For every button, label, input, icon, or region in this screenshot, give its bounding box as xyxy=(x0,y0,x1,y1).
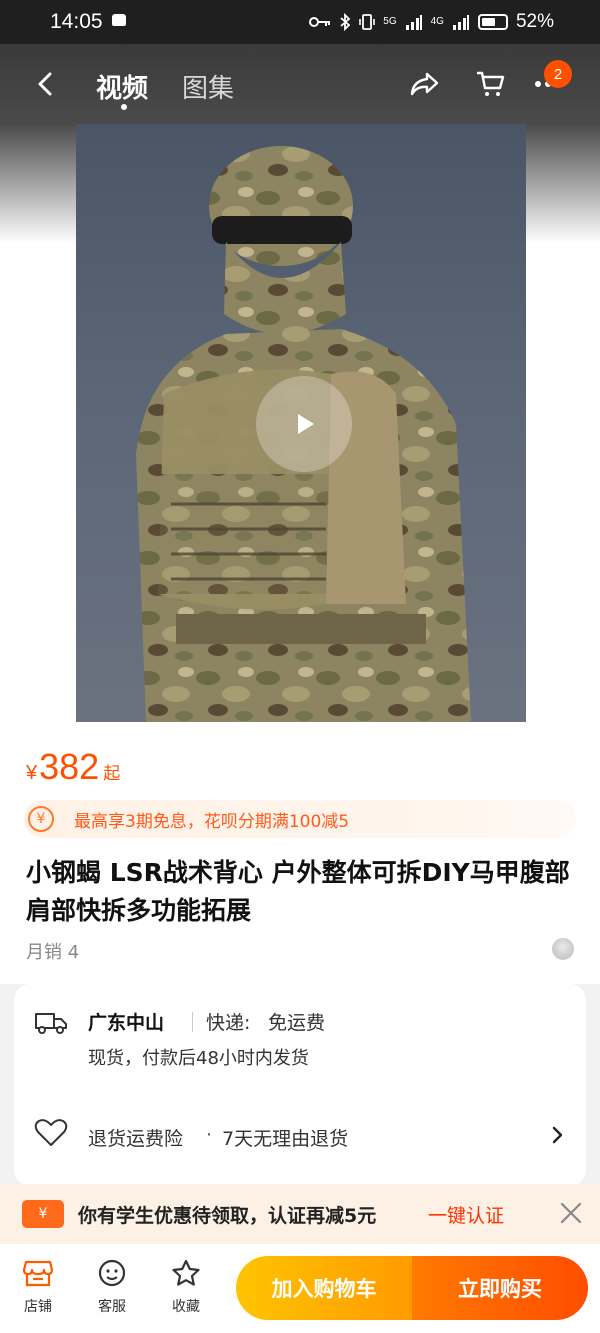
verify-link[interactable]: 一键认证 xyxy=(428,1201,504,1228)
battery-icon xyxy=(477,14,508,30)
heart-shield-icon xyxy=(34,1119,68,1146)
bluetooth-icon xyxy=(340,13,351,31)
buy-now-button[interactable]: 立即购买 xyxy=(412,1256,588,1320)
price-amount: 382 xyxy=(39,746,100,787)
product-info: ¥ 382 起 ¥ 最高享3期免息，花呗分期满100减5 小钢蝎 LSR战术背心… xyxy=(0,724,600,984)
student-discount-bar[interactable]: ¥ 你有学生优惠待领取，认证再减5元 一键认证 xyxy=(0,1184,600,1244)
student-discount-text: 你有学生优惠待领取，认证再减5元 xyxy=(78,1205,377,1227)
share-icon xyxy=(410,72,439,96)
signal-icon-2 xyxy=(452,15,469,30)
chat-face-icon xyxy=(98,1259,126,1287)
share-button[interactable] xyxy=(406,66,442,102)
cart-badge: 2 xyxy=(544,60,572,88)
customer-service-button[interactable]: 客服 xyxy=(90,1258,134,1316)
star-icon xyxy=(172,1259,200,1286)
seller-avatar[interactable] xyxy=(552,938,574,960)
network-4g-label: 4G xyxy=(430,16,444,27)
back-arrow-icon xyxy=(38,72,52,96)
yen-icon: ¥ xyxy=(28,806,54,832)
chevron-right-icon xyxy=(552,1126,563,1144)
return-insurance: 退货运费险 xyxy=(88,1128,184,1150)
favorite-button[interactable]: 收藏 xyxy=(164,1258,208,1316)
cart-button[interactable] xyxy=(472,66,508,102)
shop-icon xyxy=(22,1260,54,1287)
shipping-label: 快递: xyxy=(206,1012,251,1034)
service-label: 客服 xyxy=(98,1299,126,1315)
price-currency: ¥ xyxy=(26,762,38,784)
tab-video[interactable]: 视频 xyxy=(96,68,148,105)
price-suffix: 起 xyxy=(103,764,121,783)
tab-gallery[interactable]: 图集 xyxy=(182,68,234,105)
favorite-label: 收藏 xyxy=(172,1299,200,1315)
shipping-value: 免运费 xyxy=(268,1012,326,1034)
promo-text: 最高享3期免息，花呗分期满100减5 xyxy=(74,811,350,832)
status-bar: 14:05 5G 4G 52% xyxy=(0,0,600,44)
truck-icon xyxy=(35,1013,67,1034)
play-icon xyxy=(298,414,314,434)
ship-from-location: 广东中山 xyxy=(88,1012,165,1034)
price: ¥ 382 起 xyxy=(26,746,120,788)
vibrate-icon xyxy=(359,14,376,30)
status-time: 14:05 xyxy=(50,10,103,33)
notification-icon xyxy=(112,14,126,26)
product-video[interactable] xyxy=(76,124,526,722)
separator-dot: · xyxy=(206,1124,213,1146)
top-nav: 视频 图集 2 xyxy=(0,44,600,124)
shop-label: 店铺 xyxy=(24,1299,52,1315)
status-icons: 5G 4G 52% xyxy=(309,11,554,33)
coupon-icon: ¥ xyxy=(22,1200,64,1228)
return-policy: 7天无理由退货 xyxy=(222,1128,349,1150)
shop-button[interactable]: 店铺 xyxy=(16,1258,60,1316)
dispatch-note: 现货，付款后48小时内发货 xyxy=(88,1048,309,1069)
battery-percent: 52% xyxy=(515,11,554,32)
network-5g-label: 5G xyxy=(383,16,397,27)
delivery-card: 广东中山 快递: 免运费 现货，付款后48小时内发货 退货运费险 · 7天无理由… xyxy=(14,984,586,1186)
add-to-cart-button[interactable]: 加入购物车 xyxy=(236,1256,412,1320)
key-icon xyxy=(309,17,331,27)
monthly-sales: 月销 4 xyxy=(26,942,80,963)
active-tab-indicator xyxy=(121,104,127,110)
product-title: 小钢蝎 LSR战术背心 户外整体可拆DIY马甲腹部肩部快拆多功能拓展 xyxy=(26,858,570,925)
signal-icon xyxy=(405,15,422,30)
bottom-action-bar: 店铺 客服 收藏 加入购物车 立即购买 xyxy=(0,1244,600,1333)
play-button[interactable] xyxy=(256,376,352,472)
cart-icon xyxy=(477,71,505,96)
installment-promo[interactable]: ¥ 最高享3期免息，花呗分期满100减5 xyxy=(24,800,576,838)
divider xyxy=(192,1012,193,1032)
close-icon[interactable] xyxy=(558,1200,584,1226)
back-button[interactable] xyxy=(28,66,62,102)
